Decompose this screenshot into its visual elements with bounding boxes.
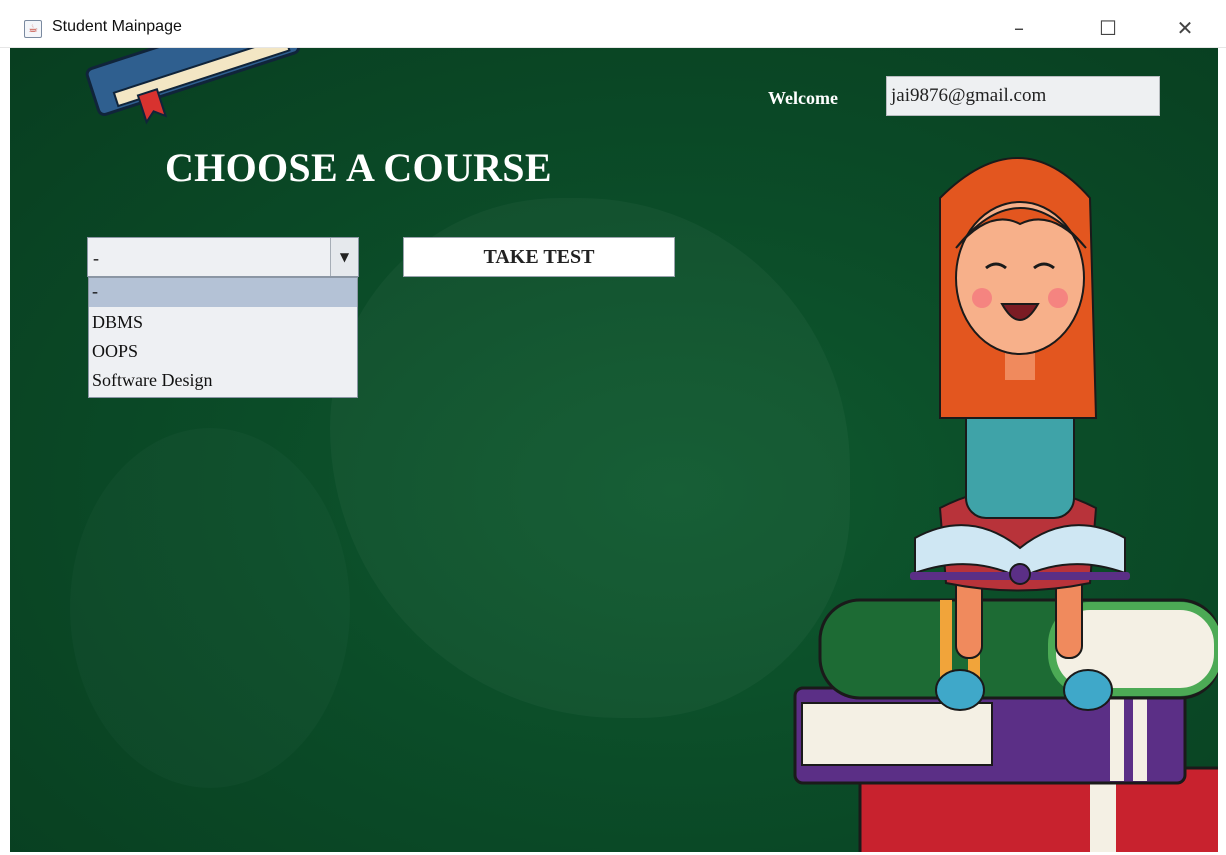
book-illustration: [85, 48, 301, 125]
window-titlebar: ☕ Student Mainpage – ☐ ✕: [0, 0, 1226, 48]
window-title: Student Mainpage: [52, 18, 182, 35]
course-combobox-value: -: [93, 248, 99, 268]
welcome-label: Welcome: [768, 88, 838, 108]
java-app-icon: ☕: [24, 20, 42, 38]
background-shape: [70, 428, 350, 788]
course-combobox[interactable]: - ▼: [87, 237, 359, 277]
course-option[interactable]: OOPS: [89, 338, 357, 367]
course-option[interactable]: -: [89, 278, 357, 307]
close-button[interactable]: ✕: [1162, 10, 1208, 46]
main-panel: Welcome jai9876@gmail.com CHOOSE A COURS…: [10, 48, 1218, 852]
maximize-button[interactable]: ☐: [1085, 10, 1131, 46]
course-option[interactable]: Software Design: [89, 367, 357, 396]
student-illustration: [793, 157, 1218, 852]
page-title: CHOOSE A COURSE: [165, 145, 552, 190]
take-test-button[interactable]: TAKE TEST: [403, 237, 675, 277]
course-option[interactable]: DBMS: [89, 309, 357, 338]
course-dropdown-list: - DBMS OOPS Software Design: [88, 277, 358, 398]
email-field[interactable]: jai9876@gmail.com: [886, 76, 1160, 116]
minimize-button[interactable]: –: [996, 10, 1042, 46]
dropdown-arrow-icon[interactable]: ▼: [330, 238, 358, 276]
